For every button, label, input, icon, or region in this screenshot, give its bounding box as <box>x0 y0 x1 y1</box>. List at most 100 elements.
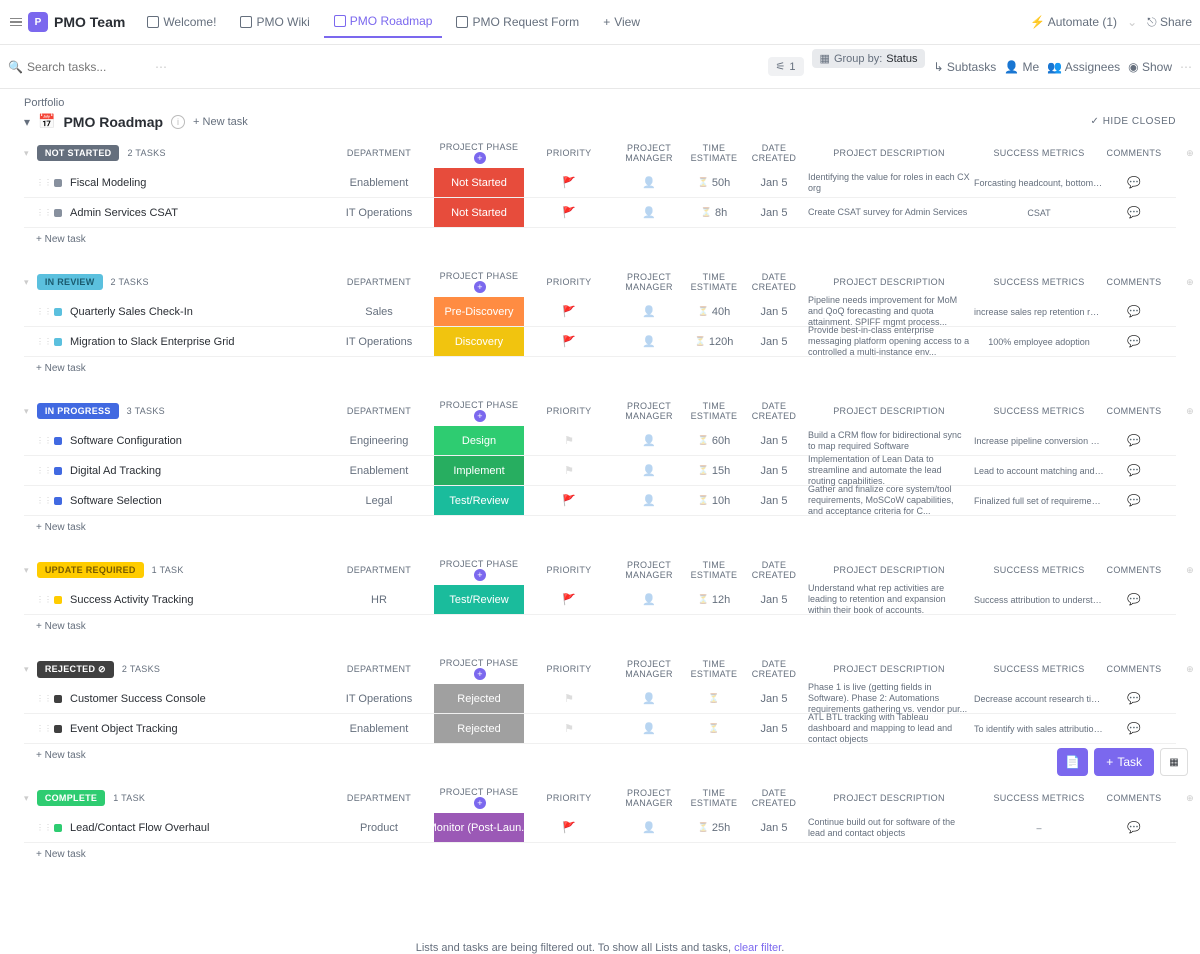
priority-cell[interactable]: 🚩 <box>524 821 614 834</box>
column-header[interactable]: TIME ESTIMATE <box>684 659 744 679</box>
column-header[interactable]: PRIORITY <box>524 277 614 287</box>
pm-cell[interactable]: 👤 <box>614 176 684 189</box>
dept-cell[interactable]: IT Operations <box>324 693 434 705</box>
column-header[interactable]: DEPARTMENT <box>324 565 434 575</box>
drag-handle-icon[interactable]: ⋮⋮ <box>36 337 46 346</box>
column-header[interactable]: SUCCESS METRICS <box>974 565 1104 575</box>
add-column-icon[interactable]: ⊕ <box>1186 406 1194 416</box>
date-cell[interactable]: Jan 5 <box>744 177 804 189</box>
drag-handle-icon[interactable]: ⋮⋮ <box>36 436 46 445</box>
column-header[interactable]: PROJECT MANAGER <box>614 401 684 421</box>
collapse-icon[interactable]: ▾ <box>24 115 30 129</box>
phase-cell[interactable]: Monitor (Post-Laun... <box>434 813 524 842</box>
metrics-cell[interactable]: Increase pipeline conversion of new busi… <box>974 436 1104 446</box>
pm-cell[interactable]: 👤 <box>614 464 684 477</box>
date-cell[interactable]: Jan 5 <box>744 306 804 318</box>
comment-cell[interactable]: 💬 <box>1104 335 1164 348</box>
phase-cell[interactable]: Rejected <box>434 684 524 713</box>
status-square-icon[interactable] <box>54 497 62 505</box>
column-header[interactable]: COMMENTS <box>1104 793 1164 803</box>
column-header[interactable]: PRIORITY <box>524 664 614 674</box>
phase-cell[interactable]: Test/Review <box>434 585 524 614</box>
column-header[interactable]: TIME ESTIMATE <box>684 560 744 580</box>
estimate-cell[interactable]: ⏳ <box>684 723 744 734</box>
task-row[interactable]: ⋮⋮ Migration to Slack Enterprise Grid IT… <box>24 327 1176 357</box>
status-square-icon[interactable] <box>54 338 62 346</box>
priority-cell[interactable]: ⚑ <box>524 692 614 705</box>
drag-handle-icon[interactable]: ⋮⋮ <box>36 178 46 187</box>
dept-cell[interactable]: Enablement <box>324 177 434 189</box>
task-name[interactable]: Admin Services CSAT <box>70 207 178 219</box>
dept-cell[interactable]: IT Operations <box>324 207 434 219</box>
search-input[interactable] <box>27 60 147 74</box>
share-link[interactable]: ⎋ Share <box>1147 15 1192 30</box>
filter-more-icon[interactable]: ⋯ <box>155 60 167 74</box>
date-cell[interactable]: Jan 5 <box>744 207 804 219</box>
chevron-down-icon[interactable]: ⌄ <box>1127 15 1137 29</box>
column-header[interactable]: SUCCESS METRICS <box>974 148 1104 158</box>
phase-cell[interactable]: Not Started <box>434 168 524 197</box>
automate-link[interactable]: ⚡ Automate (1) <box>1030 15 1117 29</box>
new-task-top-button[interactable]: + New task <box>193 116 248 128</box>
metrics-cell[interactable]: Success attribution to understand custom… <box>974 595 1104 605</box>
column-header[interactable]: COMMENTS <box>1104 565 1164 575</box>
column-header[interactable]: DEPARTMENT <box>324 793 434 803</box>
column-header[interactable]: PRIORITY <box>524 406 614 416</box>
task-row[interactable]: ⋮⋮ Software Selection Legal Test/Review … <box>24 486 1176 516</box>
desc-cell[interactable]: ATL BTL tracking with Tableau dashboard … <box>804 710 974 746</box>
column-header[interactable]: PROJECT PHASE + <box>434 271 524 293</box>
desc-cell[interactable]: Build a CRM flow for bidirectional sync … <box>804 428 974 454</box>
phase-add-icon[interactable]: + <box>474 797 486 809</box>
task-row[interactable]: ⋮⋮ Lead/Contact Flow Overhaul Product Mo… <box>24 813 1176 843</box>
dept-cell[interactable]: Enablement <box>324 465 434 477</box>
column-header[interactable]: PROJECT MANAGER <box>614 788 684 808</box>
task-row[interactable]: ⋮⋮ Admin Services CSAT IT Operations Not… <box>24 198 1176 228</box>
priority-cell[interactable]: 🚩 <box>524 593 614 606</box>
estimate-cell[interactable]: ⏳12h <box>684 594 744 606</box>
team-name[interactable]: PMO Team <box>54 14 125 30</box>
column-header[interactable]: DATE CREATED <box>744 272 804 292</box>
comment-cell[interactable]: 💬 <box>1104 692 1164 705</box>
phase-add-icon[interactable]: + <box>474 569 486 581</box>
phase-cell[interactable]: Design <box>434 426 524 455</box>
column-header[interactable]: PRIORITY <box>524 565 614 575</box>
tab-request-form[interactable]: PMO Request Form <box>446 7 589 37</box>
desc-cell[interactable]: Provide best-in-class enterprise messagi… <box>804 323 974 359</box>
estimate-cell[interactable]: ⏳50h <box>684 177 744 189</box>
comment-cell[interactable]: 💬 <box>1104 305 1164 318</box>
estimate-cell[interactable]: ⏳120h <box>684 336 744 348</box>
task-name[interactable]: Fiscal Modeling <box>70 177 146 189</box>
comment-cell[interactable]: 💬 <box>1104 494 1164 507</box>
column-header[interactable]: PROJECT DESCRIPTION <box>804 664 974 674</box>
drag-handle-icon[interactable]: ⋮⋮ <box>36 307 46 316</box>
task-row[interactable]: ⋮⋮ Customer Success Console IT Operation… <box>24 684 1176 714</box>
new-task-button[interactable]: + New task <box>24 516 1176 539</box>
column-header[interactable]: PROJECT MANAGER <box>614 272 684 292</box>
dept-cell[interactable]: Enablement <box>324 723 434 735</box>
task-name[interactable]: Migration to Slack Enterprise Grid <box>70 336 234 348</box>
task-row[interactable]: ⋮⋮ Event Object Tracking Enablement Reje… <box>24 714 1176 744</box>
drag-handle-icon[interactable]: ⋮⋮ <box>36 694 46 703</box>
column-header[interactable]: PROJECT PHASE + <box>434 658 524 680</box>
status-chip[interactable]: REJECTED ⊘ <box>37 661 114 678</box>
task-row[interactable]: ⋮⋮ Quarterly Sales Check-In Sales Pre-Di… <box>24 297 1176 327</box>
column-header[interactable]: PROJECT PHASE + <box>434 787 524 809</box>
phase-cell[interactable]: Implement <box>434 456 524 485</box>
desc-cell[interactable]: Understand what rep activities are leadi… <box>804 581 974 617</box>
dept-cell[interactable]: HR <box>324 594 434 606</box>
drag-handle-icon[interactable]: ⋮⋮ <box>36 496 46 505</box>
phase-cell[interactable]: Pre-Discovery <box>434 297 524 326</box>
metrics-cell[interactable]: To identify with sales attribution varia… <box>974 724 1104 734</box>
subtasks-button[interactable]: ↳ Subtasks <box>933 60 996 74</box>
column-header[interactable]: DEPARTMENT <box>324 148 434 158</box>
add-column-icon[interactable]: ⊕ <box>1186 793 1194 803</box>
dept-cell[interactable]: Engineering <box>324 435 434 447</box>
status-square-icon[interactable] <box>54 695 62 703</box>
info-icon[interactable]: i <box>171 115 185 129</box>
column-header[interactable]: PROJECT DESCRIPTION <box>804 148 974 158</box>
phase-add-icon[interactable]: + <box>474 281 486 293</box>
priority-cell[interactable]: 🚩 <box>524 494 614 507</box>
phase-add-icon[interactable]: + <box>474 152 486 164</box>
group-collapse-icon[interactable]: ▾ <box>24 793 29 804</box>
task-row[interactable]: ⋮⋮ Software Configuration Engineering De… <box>24 426 1176 456</box>
